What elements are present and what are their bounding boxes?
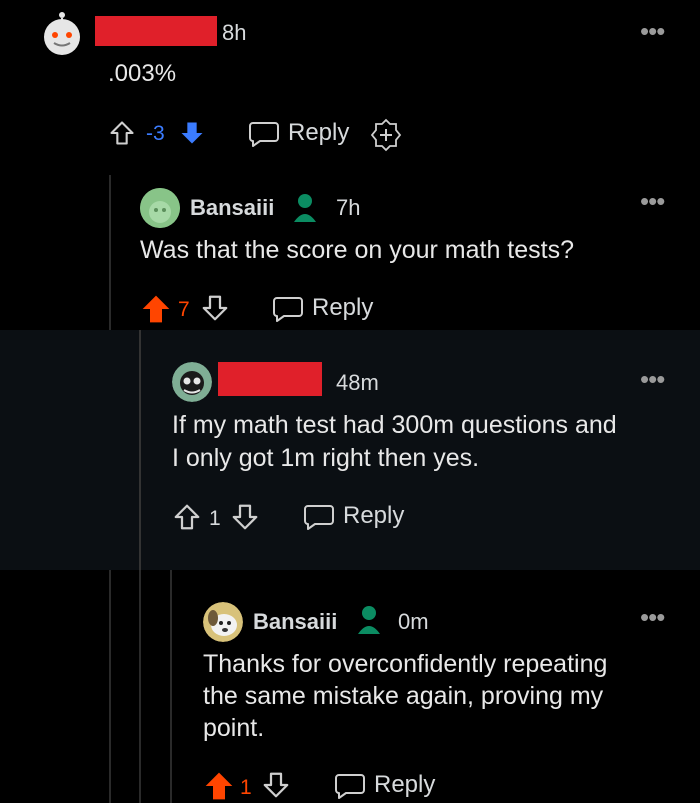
downvote-button[interactable] <box>200 293 230 323</box>
avatar[interactable] <box>140 188 180 228</box>
down-arrow-icon <box>232 504 258 530</box>
reply-label: Reply <box>312 294 374 321</box>
reply-button[interactable]: Reply <box>303 500 405 532</box>
speech-bubble-icon <box>249 122 279 147</box>
reply-button[interactable]: Reply <box>334 769 436 801</box>
more-options-icon[interactable]: ••• <box>640 602 665 633</box>
upvote-button[interactable] <box>140 293 172 325</box>
vote-score: 1 <box>209 507 221 530</box>
up-arrow-icon <box>110 121 134 145</box>
comment-time: 8h <box>222 20 247 45</box>
upvote-button[interactable] <box>172 502 202 532</box>
username[interactable]: Bansaiii <box>190 195 274 221</box>
redacted-username <box>218 362 322 396</box>
add-award-icon <box>370 118 402 152</box>
comment-text-line: Thanks for overconfidently repeating <box>203 650 608 678</box>
reply-button[interactable]: Reply <box>272 292 374 324</box>
speech-bubble-icon <box>273 297 303 322</box>
down-arrow-icon <box>181 122 203 144</box>
online-user-icon <box>356 604 382 636</box>
upvote-button[interactable] <box>203 770 235 802</box>
downvote-button[interactable] <box>230 502 260 532</box>
up-arrow-icon <box>142 295 170 323</box>
comment-time: 48m <box>336 370 379 395</box>
vote-score: -3 <box>146 122 165 145</box>
upvote-button[interactable] <box>108 119 136 147</box>
comment-time: 0m <box>398 609 429 634</box>
online-user-icon <box>292 192 318 224</box>
up-arrow-icon <box>205 772 233 800</box>
add-award-button[interactable] <box>369 118 403 152</box>
avatar[interactable] <box>38 10 86 58</box>
down-arrow-icon <box>202 295 228 321</box>
comment-time: 7h <box>336 195 361 220</box>
thread-line-3 <box>170 570 172 803</box>
vote-score: 1 <box>240 776 252 799</box>
comment-text: .003% <box>108 60 177 87</box>
avatar[interactable] <box>172 362 212 402</box>
reply-button[interactable]: Reply <box>248 117 350 149</box>
avatar[interactable] <box>203 602 243 642</box>
username[interactable]: Bansaiii <box>253 609 337 635</box>
more-options-icon[interactable]: ••• <box>640 16 665 47</box>
redacted-username <box>95 16 217 46</box>
downvote-button[interactable] <box>261 770 291 800</box>
thread-line-2b <box>139 330 141 570</box>
more-options-icon[interactable]: ••• <box>640 364 665 395</box>
comment-text-line: point. <box>203 714 265 742</box>
speech-bubble-icon <box>304 505 334 530</box>
downvote-button[interactable] <box>178 119 206 147</box>
reply-label: Reply <box>343 502 405 529</box>
down-arrow-icon <box>263 772 289 798</box>
up-arrow-icon <box>174 504 200 530</box>
reply-label: Reply <box>374 771 436 798</box>
comment-text-line: I only got 1m right then yes. <box>172 444 480 472</box>
speech-bubble-icon <box>335 774 365 799</box>
comment-text-line: If my math test had 300m questions and <box>172 411 617 439</box>
comment-text-line: the same mistake again, proving my <box>203 682 604 710</box>
comment-text: Was that the score on your math tests? <box>140 236 574 264</box>
reply-label: Reply <box>288 119 350 146</box>
more-options-icon[interactable]: ••• <box>640 186 665 217</box>
vote-score: 7 <box>178 298 190 321</box>
